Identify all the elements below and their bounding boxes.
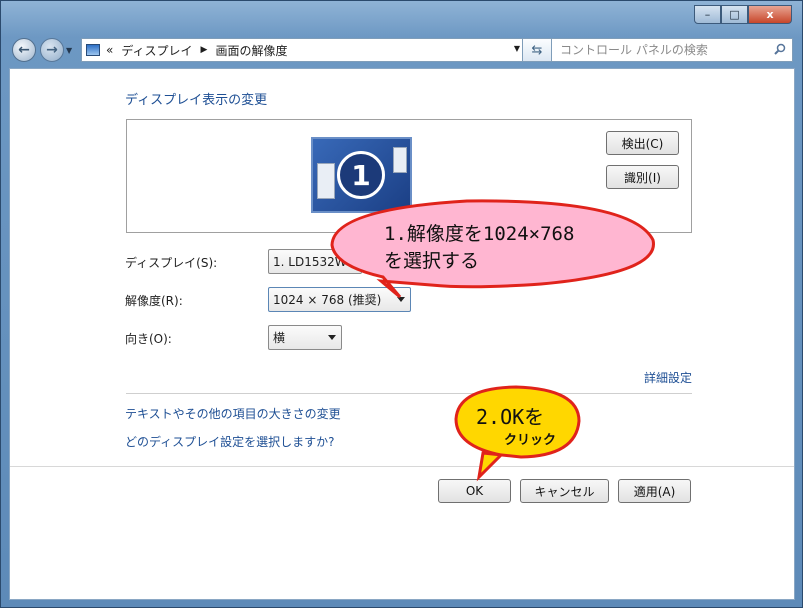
minimize-button[interactable]: – <box>694 5 721 24</box>
monitor-1-preview[interactable]: 1 <box>311 137 412 213</box>
chevron-down-icon <box>328 335 336 340</box>
caption-controls: – □ x <box>694 5 792 25</box>
apply-button[interactable]: 適用(A) <box>618 479 691 503</box>
address-dropdown-icon[interactable]: ▼ <box>514 44 520 53</box>
callout-1-line-1: 1.解像度を1024×768 <box>384 223 575 245</box>
orientation-select[interactable]: 横 <box>268 325 342 350</box>
navigation-bar: ← → ▼ « ディスプレイ ▶ 画面の解像度 ▼ ⇆ <box>9 36 794 64</box>
forward-button[interactable]: → <box>40 38 64 62</box>
callout-2-line-1: 2.OKを <box>476 405 545 429</box>
breadcrumb-overflow[interactable]: « <box>106 43 113 57</box>
cancel-button[interactable]: キャンセル <box>520 479 609 503</box>
callout-1-text: 1.解像度を1024×768 を選択する <box>384 221 644 275</box>
resolution-select[interactable]: 1024 × 768 (推奨) <box>268 287 411 312</box>
divider <box>126 393 692 394</box>
advanced-settings-link[interactable]: 詳細設定 <box>644 369 692 386</box>
text-size-link[interactable]: テキストやその他の項目の大きさの変更 <box>125 405 341 422</box>
page-title: ディスプレイ表示の変更 <box>125 93 268 108</box>
window: – □ x ← → ▼ « ディスプレイ ▶ 画面の解像度 ▼ ⇆ ディスプレイ… <box>0 0 803 608</box>
callout-1-line-2: を選択する <box>384 250 480 272</box>
search-icon[interactable] <box>774 43 786 55</box>
back-arrow-icon: ← <box>18 42 30 58</box>
ok-button[interactable]: OK <box>438 479 511 503</box>
chevron-down-icon <box>397 297 405 302</box>
orientation-select-value: 横 <box>273 331 286 345</box>
resolution-label: 解像度(R): <box>125 294 183 308</box>
refresh-button[interactable]: ⇆ <box>522 38 552 62</box>
callout-2-line-2: クリック <box>504 433 557 448</box>
forward-arrow-icon: → <box>46 42 58 58</box>
footer-divider <box>10 466 794 467</box>
orientation-label: 向き(O): <box>125 332 172 346</box>
identify-button[interactable]: 識別(I) <box>606 165 679 189</box>
close-button[interactable]: x <box>748 5 792 24</box>
search-box[interactable] <box>551 38 793 62</box>
back-button[interactable]: ← <box>12 38 36 62</box>
history-dropdown-icon[interactable]: ▼ <box>66 46 72 55</box>
breadcrumb-resolution[interactable]: 画面の解像度 <box>215 42 287 59</box>
control-panel-icon <box>86 44 100 56</box>
display-label: ディスプレイ(S): <box>125 256 218 270</box>
detect-button[interactable]: 検出(C) <box>606 131 679 155</box>
address-bar[interactable]: « ディスプレイ ▶ 画面の解像度 ▼ <box>81 38 527 62</box>
search-input[interactable] <box>552 39 762 61</box>
preview-window <box>317 163 335 199</box>
display-select[interactable]: 1. LD1532W <box>268 249 362 274</box>
resolution-select-value: 1024 × 768 (推奨) <box>273 293 382 307</box>
monitor-preview-area: 1 検出(C) 識別(I) <box>126 119 692 233</box>
display-select-value: 1. LD1532W <box>273 254 347 269</box>
breadcrumb-separator-icon[interactable]: ▶ <box>201 45 208 55</box>
maximize-button[interactable]: □ <box>721 5 748 24</box>
breadcrumb-display[interactable]: ディスプレイ <box>121 42 192 59</box>
monitor-number-badge: 1 <box>337 151 385 199</box>
which-setting-link[interactable]: どのディスプレイ設定を選択しますか? <box>125 433 335 450</box>
preview-window <box>393 147 407 173</box>
content-pane: ディスプレイ表示の変更 1 検出(C) 識別(I) ディスプレイ(S): 1. … <box>9 68 795 600</box>
